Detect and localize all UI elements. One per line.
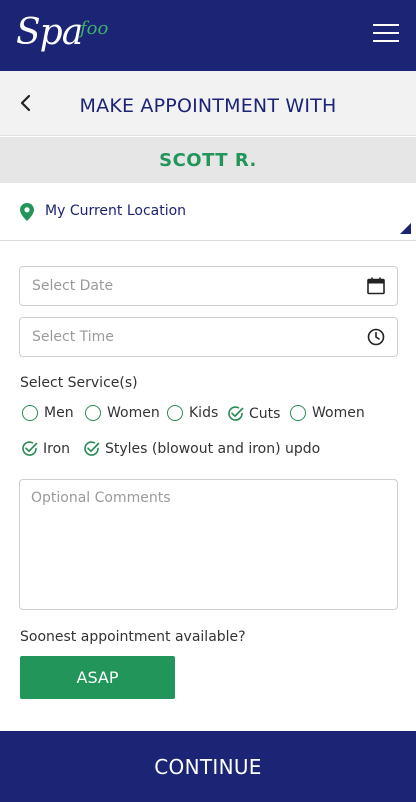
date-placeholder: Select Date (32, 278, 114, 294)
service-label: Cuts (249, 405, 281, 422)
time-placeholder: Select Time (32, 329, 114, 345)
provider-name: SCOTT R. (159, 150, 257, 171)
hamburger-menu-icon[interactable] (373, 24, 399, 44)
service-option-styles[interactable]: Styles (blowout and iron) updo (83, 440, 320, 457)
service-label: Kids (189, 405, 219, 421)
service-option-kids[interactable]: Kids (167, 405, 218, 421)
dropdown-corner-icon (400, 223, 411, 234)
service-option-women[interactable]: Women (85, 405, 160, 421)
service-option-cuts[interactable]: Cuts (227, 405, 280, 422)
select-date-field[interactable]: Select Date (19, 266, 398, 306)
optional-comments-textarea[interactable] (19, 479, 398, 610)
location-label: My Current Location (45, 203, 187, 219)
radio-unchecked-icon (85, 405, 101, 421)
logo-suffix-text: foo (80, 18, 109, 39)
title-bar: MAKE APPOINTMENT WITH (0, 71, 416, 136)
page-title: MAKE APPOINTMENT WITH (79, 95, 337, 117)
asap-button[interactable]: ASAP (20, 656, 175, 699)
service-label: Women (107, 405, 160, 421)
provider-bar: SCOTT R. (0, 137, 416, 183)
service-label: Styles (blowout and iron) updo (105, 440, 321, 457)
service-option-women-2[interactable]: Women (290, 405, 365, 421)
services-label: Select Service(s) (20, 375, 138, 391)
continue-button[interactable]: CONTINUE (0, 731, 416, 802)
soonest-appointment-label: Soonest appointment available? (20, 629, 246, 645)
select-time-field[interactable]: Select Time (19, 317, 398, 357)
location-pin-icon (20, 203, 34, 221)
location-selector[interactable]: My Current Location (0, 184, 416, 241)
logo-main-text: Spa (16, 12, 83, 53)
service-label: Iron (43, 440, 71, 457)
service-option-iron[interactable]: Iron (21, 440, 70, 457)
service-label: Men (44, 405, 74, 421)
radio-unchecked-icon (167, 405, 183, 421)
calendar-icon (367, 277, 385, 295)
check-circle-icon (22, 441, 38, 456)
app-header: Spa foo (0, 0, 416, 71)
service-label: Women (312, 405, 365, 421)
clock-icon (367, 328, 385, 346)
check-circle-icon (228, 406, 244, 421)
radio-unchecked-icon (22, 405, 38, 421)
radio-unchecked-icon (290, 405, 306, 421)
service-option-men[interactable]: Men (22, 405, 74, 421)
check-circle-icon (84, 441, 100, 456)
spafoo-logo[interactable]: Spa foo (16, 10, 126, 62)
